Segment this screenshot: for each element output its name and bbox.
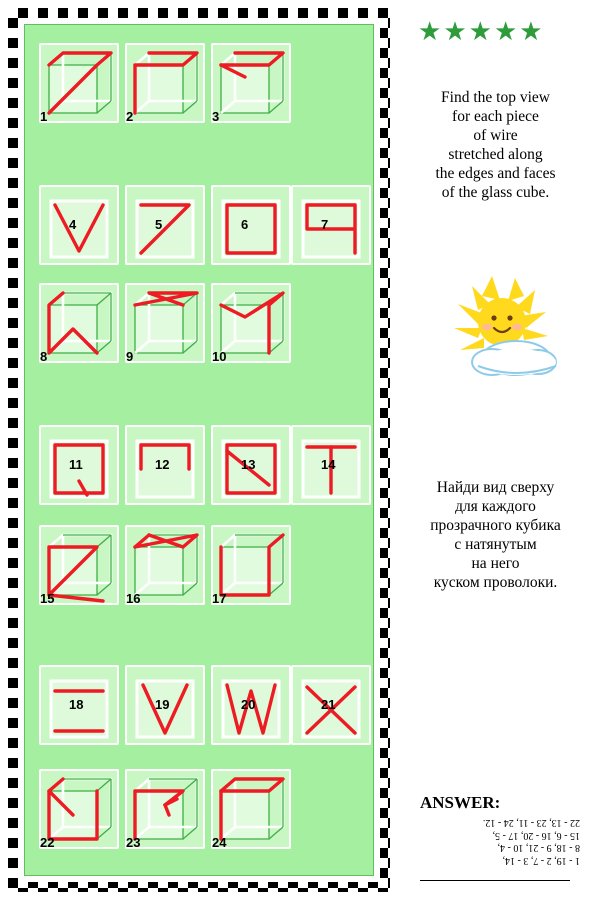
puzzle-tile[interactable]: 24	[211, 769, 291, 850]
tile-number: 19	[155, 697, 170, 712]
tile-number: 23	[126, 835, 141, 850]
puzzle-tile[interactable]: 19	[125, 665, 205, 745]
star-rating: ★ ★ ★ ★ ★	[418, 18, 568, 44]
tile-number: 4	[69, 217, 77, 232]
tile-number: 9	[126, 349, 134, 364]
puzzle-grid: 1 2 3 4 5 6 7 8 9 10 11 12 13 14 15 16 17 18 19 20 21 22 23 24	[25, 25, 375, 877]
tile-number: 2	[126, 109, 134, 124]
tile-number: 5	[155, 217, 163, 232]
tile-number: 22	[40, 835, 55, 850]
tile-number: 1	[40, 109, 48, 124]
tile-number: 11	[69, 457, 83, 472]
tile-number: 16	[126, 591, 141, 606]
tile-number: 3	[212, 109, 220, 124]
wire-cube-figure	[47, 51, 113, 115]
instruction-line: Найди вид сверху	[436, 479, 555, 496]
tile-number: 10	[212, 349, 227, 364]
info-column: ★ ★ ★ ★ ★ Find the top view for each piece of …	[398, 8, 593, 892]
tile-number: 15	[40, 591, 55, 606]
answer-label: ANSWER:	[420, 793, 501, 812]
star-icon: ★	[468, 16, 492, 46]
instruction-line: Find the top view	[441, 89, 550, 106]
puzzle-tile[interactable]: 21	[291, 665, 371, 745]
tile-number: 6	[241, 217, 249, 232]
puzzle-tile[interactable]: 4	[39, 185, 119, 265]
answer-line: 8 - 18, 9 - 21, 10 - 4,	[497, 842, 581, 854]
instruction-line: прозрачного кубика	[430, 517, 561, 534]
tile-number: 12	[155, 457, 170, 472]
star-icon: ★	[519, 16, 543, 46]
puzzle-tile[interactable]: 20	[211, 665, 291, 745]
instruction-line: of the glass cube.	[441, 184, 550, 201]
wire-top-view-figure	[135, 199, 195, 259]
instructions-english: Find the top view for each piece of wire st…	[398, 88, 593, 202]
wire-top-view-figure	[301, 199, 361, 259]
answer-key: 1 - 19, 2 - 7, 3 - 14, 8 - 18, 9 - 21, 10…	[420, 816, 581, 867]
instruction-line: с натянутым	[454, 536, 537, 553]
wire-cube-figure	[133, 291, 199, 354]
puzzle-tile[interactable]: 2	[125, 43, 205, 124]
puzzle-tile[interactable]: 22	[39, 769, 119, 850]
puzzle-tile[interactable]: 1	[39, 43, 119, 124]
puzzle-page: 1 2 3 4 5 6 7 8 9 10 11 12 13 14 15 16 17 18 19 20 21 22 23 24 …	[0, 0, 601, 900]
star-icon: ★	[443, 16, 467, 46]
tile-number: 18	[69, 697, 84, 712]
puzzle-tile[interactable]: 8	[39, 283, 119, 364]
puzzle-tile[interactable]: 10	[211, 283, 291, 364]
smiling-sun-with-cloud-icon	[454, 276, 557, 376]
puzzle-tile[interactable]: 12	[125, 425, 205, 505]
tile-number: 14	[321, 457, 336, 472]
instruction-line: для каждого	[455, 498, 536, 515]
puzzle-tile[interactable]: 16	[125, 525, 205, 606]
tile-number: 8	[40, 349, 48, 364]
instruction-line: the edges and faces	[435, 165, 556, 182]
tile-number: 21	[321, 697, 336, 712]
answer-line: 22 - 13, 23 - 11, 24 - 12.	[482, 817, 580, 829]
instruction-line: куском проволоки.	[433, 574, 558, 591]
puzzle-board: 1 2 3 4 5 6 7 8 9 10 11 12 13 14 15 16 17 18 19 20 21 22 23 24	[24, 24, 374, 876]
wire-cube-figure	[133, 51, 199, 115]
wire-cube-figure	[47, 291, 113, 355]
tile-number: 7	[321, 217, 329, 232]
puzzle-tile[interactable]: 5	[125, 185, 205, 265]
puzzle-tile[interactable]: 14	[291, 425, 371, 505]
tile-number: 13	[241, 457, 256, 472]
instruction-line: for each piece	[452, 108, 539, 125]
puzzle-tile[interactable]: 7	[291, 185, 371, 265]
puzzle-tile[interactable]: 6	[211, 185, 291, 265]
answer-line: 15 - 6, 16 - 20, 17 - 5,	[492, 830, 581, 841]
answer-line: 1 - 19, 2 - 7, 3 - 14,	[502, 855, 581, 866]
instruction-line: на него	[471, 555, 520, 572]
puzzle-tile[interactable]: 13	[211, 425, 291, 505]
wire-cube-figure	[219, 51, 285, 114]
star-icon: ★	[418, 16, 442, 46]
star-icon: ★	[493, 16, 518, 46]
tile-number: 17	[212, 591, 227, 606]
wire-top-view-figure	[221, 199, 281, 259]
puzzle-tile[interactable]: 15	[39, 525, 119, 606]
instructions-russian: Найди вид сверху для каждого прозрачного к…	[398, 478, 593, 592]
instruction-line: of wire	[473, 127, 518, 144]
tile-number: 24	[212, 835, 227, 850]
puzzle-tile[interactable]: 23	[125, 769, 205, 850]
puzzle-tile[interactable]: 3	[211, 43, 291, 124]
puzzle-tile[interactable]: 17	[211, 525, 291, 606]
puzzle-tile[interactable]: 11	[39, 425, 119, 505]
tile-number: 20	[241, 697, 256, 712]
puzzle-panel: 1 2 3 4 5 6 7 8 9 10 11 12 13 14 15 16 17 18 19 20 21 22 23 24	[8, 8, 390, 892]
puzzle-tile[interactable]: 9	[125, 283, 205, 364]
wire-top-view-figure	[49, 199, 109, 259]
instruction-line: stretched along	[448, 146, 543, 163]
answer-divider	[420, 880, 570, 881]
puzzle-tile[interactable]: 18	[39, 665, 119, 745]
